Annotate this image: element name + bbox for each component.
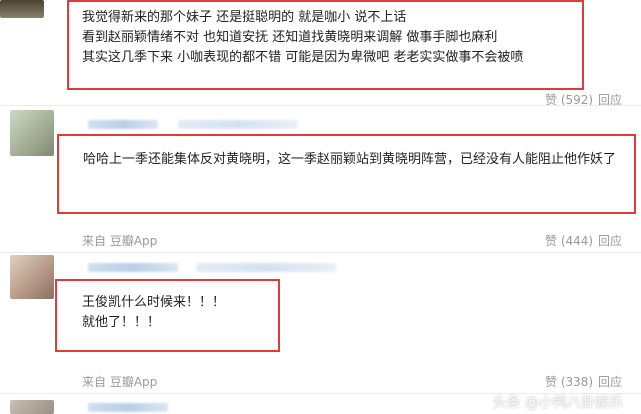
divider bbox=[0, 252, 641, 253]
like-count[interactable]: 赞 (338) bbox=[545, 373, 593, 390]
comment-line: 哈哈上一季还能集体反对黄晓明，这一季赵丽颖站到黄晓明阵营，已经没有人能阻止他作妖… bbox=[83, 152, 617, 167]
divider bbox=[0, 105, 641, 106]
username-detail bbox=[196, 263, 336, 272]
source-label: 来自 豆瓣App bbox=[82, 375, 158, 389]
comment-highlight-box: 王俊凯什么时候来！！！ 就他了！！！ bbox=[55, 279, 280, 352]
like-count[interactable]: 赞 (444) bbox=[545, 232, 593, 249]
comment-line: 看到赵丽颖情绪不对 也知道安抚 还知道找黄晓明来调解 做事手脚也麻利 bbox=[82, 30, 498, 45]
comment-highlight-box: 我觉得新来的那个妹子 还是挺聪明的 就是咖小 说不上话 看到赵丽颖情绪不对 也知… bbox=[67, 0, 584, 90]
username[interactable] bbox=[88, 120, 158, 129]
comment-body: 哈哈上一季还能集体反对黄晓明，这一季赵丽颖站到黄晓明阵营，已经没有人能阻止他作妖… bbox=[83, 150, 616, 170]
comment-body: 王俊凯什么时候来！！！ 就他了！！！ bbox=[82, 293, 225, 333]
comment-body: 我觉得新来的那个妹子 还是挺聪明的 就是咖小 说不上话 看到赵丽颖情绪不对 也知… bbox=[82, 8, 523, 68]
avatar[interactable] bbox=[10, 255, 54, 299]
avatar[interactable] bbox=[0, 0, 44, 18]
avatar[interactable] bbox=[10, 110, 54, 156]
avatar[interactable] bbox=[10, 400, 54, 414]
comment-line: 就他了！！！ bbox=[82, 315, 161, 330]
comment-line: 其实这几季下来 小咖表现的都不错 可能是因为卑微吧 老老实实做事不会被喷 bbox=[82, 50, 524, 65]
username-detail bbox=[178, 120, 298, 129]
comment-line: 我觉得新来的那个妹子 还是挺聪明的 就是咖小 说不上话 bbox=[82, 10, 407, 25]
comment-line: 王俊凯什么时候来！！！ bbox=[82, 295, 226, 310]
reply-button[interactable]: 回应 bbox=[598, 373, 622, 390]
username[interactable] bbox=[88, 263, 178, 272]
source-label: 来自 豆瓣App bbox=[82, 234, 158, 248]
comment-highlight-box: 哈哈上一季还能集体反对黄晓明，这一季赵丽颖站到黄晓明阵营，已经没有人能阻止他作妖… bbox=[57, 134, 636, 214]
reply-button[interactable]: 回应 bbox=[598, 232, 622, 249]
watermark: 头条 @小鸭八卦娱乐 bbox=[492, 395, 623, 411]
